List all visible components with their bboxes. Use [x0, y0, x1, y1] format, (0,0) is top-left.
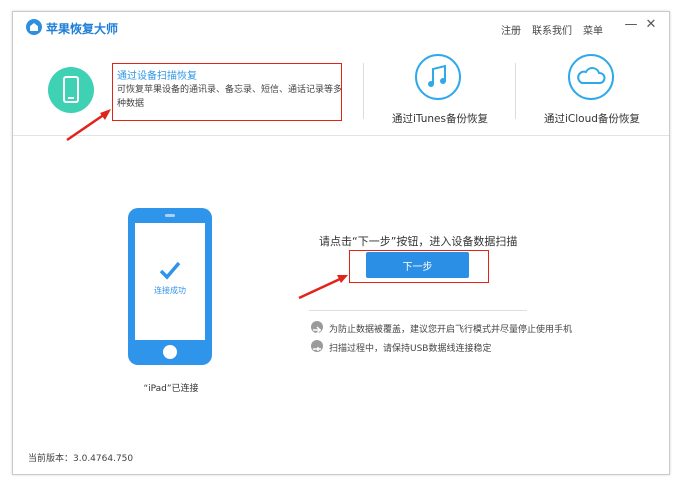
tip-airplane-mode: 为防止数据被覆盖，建议您开启飞行模式并尽量停止使用手机: [329, 325, 573, 335]
cloud-icon: [577, 67, 606, 84]
next-button[interactable]: 下一步: [366, 252, 469, 278]
checkmark-icon: [159, 261, 181, 280]
tip-usb-stable: 扫描过程中，请保持USB数据线连接稳定: [329, 344, 492, 354]
menu-link[interactable]: 菜单: [583, 22, 603, 37]
ipad-screen: 连接成功: [135, 223, 205, 340]
app-window: 苹果恢复大师 注册 联系我们 菜单 — ✕ 通过设备扫描恢复 可恢复苹果设备的通…: [12, 11, 670, 475]
home-button: [163, 345, 177, 359]
itunes-mode-label[interactable]: 通过iTunes备份恢复: [392, 111, 488, 126]
icloud-mode-button[interactable]: [568, 54, 614, 100]
divider: [515, 63, 516, 119]
device-scan-description: 可恢复苹果设备的通讯录、备忘录、短信、通话记录等多种数据: [117, 85, 343, 109]
divider: [309, 310, 527, 311]
device-scan-title[interactable]: 通过设备扫描恢复: [117, 67, 197, 82]
icloud-mode-label[interactable]: 通过iCloud备份恢复: [544, 111, 640, 126]
annotation-arrow-icon: [66, 109, 111, 142]
title-bar: 苹果恢复大师 注册 联系我们 菜单 — ✕: [13, 12, 669, 42]
itunes-mode-button[interactable]: [415, 54, 461, 100]
camera-dot: [165, 214, 175, 217]
register-link[interactable]: 注册: [501, 22, 521, 37]
app-title: 苹果恢复大师: [46, 22, 119, 36]
annotation-arrow-icon: [298, 275, 348, 300]
minimize-button[interactable]: —: [624, 18, 638, 32]
airplane-icon: [311, 321, 323, 334]
device-caption: “iPad”已连接: [143, 384, 199, 394]
connection-status: 连接成功: [154, 286, 186, 295]
close-button[interactable]: ✕: [644, 18, 658, 32]
usb-icon: [311, 340, 323, 352]
scan-hint: 请点击“下一步”按钮，进入设备数据扫描: [319, 235, 518, 248]
contact-link[interactable]: 联系我们: [532, 22, 572, 37]
ipad-illustration: 连接成功: [128, 208, 212, 365]
version-label: 当前版本：3.0.4764.750: [28, 454, 134, 464]
music-note-icon: [428, 64, 446, 87]
divider: [363, 63, 364, 119]
app-logo-icon: [26, 19, 42, 35]
